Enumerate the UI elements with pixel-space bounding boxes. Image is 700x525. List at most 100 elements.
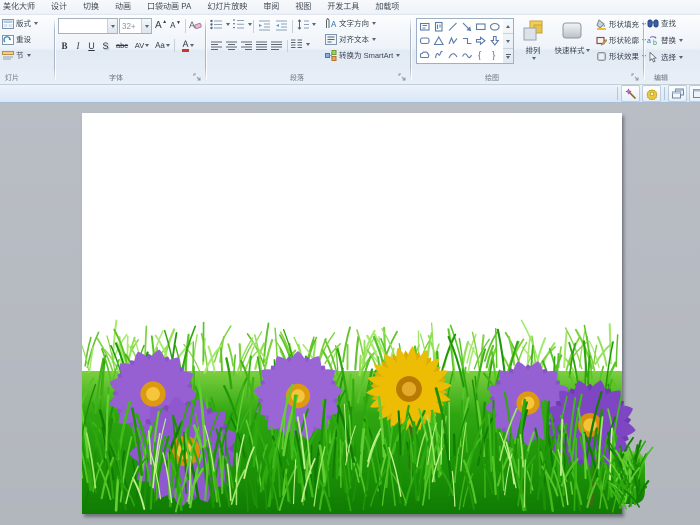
group-separator — [643, 18, 644, 80]
shape-fill-button[interactable]: 形状填充 — [596, 19, 646, 30]
columns-button[interactable] — [291, 39, 310, 49]
convert-smartart-label: 转换为 SmartArt — [339, 50, 393, 61]
text-shadow-button[interactable]: S — [99, 37, 112, 54]
font-color-button[interactable]: A — [178, 37, 198, 54]
ribbon-tab-4[interactable]: 口袋动画 PA — [139, 0, 199, 14]
shape-rounded-rectangle-icon[interactable] — [419, 35, 430, 46]
layout-button[interactable]: 版式 — [2, 18, 38, 29]
ribbon-tab-3[interactable]: 动画 — [107, 0, 139, 14]
arrange-button[interactable]: 排列 — [516, 17, 550, 67]
find-button[interactable]: 查找 — [647, 18, 676, 29]
shape-arc-icon[interactable] — [447, 49, 458, 60]
italic-button[interactable]: I — [72, 37, 84, 54]
quick-styles-icon — [559, 19, 585, 43]
shape-effects-button[interactable]: 形状效果 — [596, 51, 646, 62]
shape-right-brace-icon[interactable]: } — [489, 49, 500, 60]
shape-cloud-icon[interactable] — [419, 49, 430, 60]
align-text-button[interactable]: 对齐文本 — [325, 34, 376, 45]
align-center-button[interactable] — [225, 39, 239, 52]
quick-styles-button[interactable]: 快速样式 — [550, 17, 594, 67]
shape-rectangle-icon[interactable] — [475, 21, 486, 32]
ribbon-tab-9[interactable]: 加载项 — [367, 0, 407, 14]
addin-toolbar — [0, 85, 700, 103]
align-right-button[interactable] — [240, 39, 254, 52]
chevron-down-icon — [248, 23, 252, 26]
replace-button[interactable]: ab 替换 — [647, 35, 683, 46]
distribute-button[interactable] — [270, 39, 284, 52]
ribbon-tab-1[interactable]: 设计 — [43, 0, 75, 14]
shape-down-arrow-icon[interactable] — [489, 35, 500, 46]
magic-wand-button[interactable] — [621, 85, 640, 102]
settings-gear-button[interactable] — [642, 85, 661, 102]
strikethrough-button[interactable]: abc — [113, 37, 131, 54]
slide-page[interactable] — [82, 113, 622, 514]
shape-outline-button[interactable]: 形状轮廓 — [596, 35, 646, 46]
shape-elbow-icon[interactable] — [461, 35, 472, 46]
shape-oval-icon[interactable] — [489, 21, 500, 32]
bullets-button[interactable] — [210, 19, 230, 30]
align-text-label: 对齐文本 — [339, 34, 369, 45]
shape-vertical-textbox-icon[interactable] — [433, 21, 444, 32]
clear-formatting-button[interactable]: A — [188, 17, 203, 33]
select-button[interactable]: 选择 — [647, 52, 683, 63]
ribbon-tab-8[interactable]: 开发工具 — [319, 0, 367, 14]
ribbon-tab-2[interactable]: 切换 — [75, 0, 107, 14]
shape-right-arrow-icon[interactable] — [475, 35, 486, 46]
change-case-button[interactable]: Aa — [153, 37, 172, 54]
character-spacing-button[interactable]: AV — [132, 37, 152, 54]
separator — [185, 19, 186, 33]
font-size-combobox[interactable]: 32+ — [119, 18, 152, 34]
line-spacing-icon — [296, 19, 309, 30]
ribbon-tab-7[interactable]: 视图 — [287, 0, 319, 14]
underline-button[interactable]: U — [85, 37, 98, 54]
shapes-gallery[interactable]: { } — [416, 18, 504, 64]
shape-textbox-icon[interactable] — [419, 21, 430, 32]
shape-triangle-icon[interactable] — [433, 35, 444, 46]
grow-font-button[interactable]: A▲ — [154, 17, 168, 33]
text-direction-label: 文字方向 — [339, 18, 369, 29]
section-button[interactable]: 节 — [2, 50, 31, 61]
editing-canvas[interactable] — [0, 103, 700, 525]
gallery-scroll-down[interactable] — [503, 34, 513, 49]
application-window: { "tabs": ["美化大师","设计","切换","动画","口袋动画 P… — [0, 0, 700, 525]
font-name-combobox[interactable] — [58, 18, 118, 34]
shape-left-brace-icon[interactable]: { — [475, 49, 486, 60]
convert-smartart-button[interactable]: 转换为 SmartArt — [325, 50, 400, 61]
window-partial-button[interactable] — [689, 85, 700, 102]
shape-scribble-icon[interactable] — [433, 49, 444, 60]
ribbon-tab-5[interactable]: 幻灯片放映 — [199, 0, 255, 14]
layout-icon — [2, 19, 14, 29]
flower-grass-picture[interactable] — [82, 113, 654, 514]
numbering-button[interactable] — [232, 19, 252, 30]
shape-freeform-icon[interactable] — [447, 35, 458, 46]
bold-button[interactable]: B — [58, 37, 71, 54]
shapes-gallery-scrollbar[interactable] — [503, 18, 514, 64]
gallery-more-button[interactable] — [503, 49, 513, 63]
paragraph-dialog-launcher[interactable] — [398, 73, 406, 81]
increase-indent-button[interactable] — [274, 19, 289, 32]
chevron-down-icon[interactable] — [107, 19, 117, 33]
chevron-down-icon[interactable] — [141, 19, 151, 33]
shrink-font-button[interactable]: A▼ — [169, 18, 182, 33]
shape-line-icon[interactable] — [447, 21, 458, 32]
chevron-down-icon — [679, 56, 683, 59]
ribbon-tab-6[interactable]: 审阅 — [255, 0, 287, 14]
find-icon — [647, 18, 659, 29]
justify-button[interactable] — [255, 39, 269, 52]
ribbon-tab-0[interactable]: 美化大师 — [0, 0, 43, 14]
decrease-indent-button[interactable] — [257, 19, 272, 32]
shape-fill-icon — [596, 19, 607, 30]
window-cascade-button[interactable] — [668, 85, 687, 102]
chevron-down-icon — [396, 54, 400, 57]
separator — [287, 40, 288, 52]
align-text-icon — [325, 34, 337, 45]
gallery-scroll-up[interactable] — [503, 19, 513, 34]
reset-button[interactable]: 重设 — [2, 34, 31, 45]
shape-arrow-line-icon[interactable] — [461, 21, 472, 32]
line-spacing-button[interactable] — [296, 19, 316, 30]
font-dialog-launcher[interactable] — [193, 73, 201, 81]
drawing-dialog-launcher[interactable] — [631, 73, 639, 81]
align-left-button[interactable] — [210, 39, 224, 52]
text-direction-button[interactable]: A 文字方向 — [325, 18, 376, 29]
shape-curve-icon[interactable] — [461, 49, 472, 60]
